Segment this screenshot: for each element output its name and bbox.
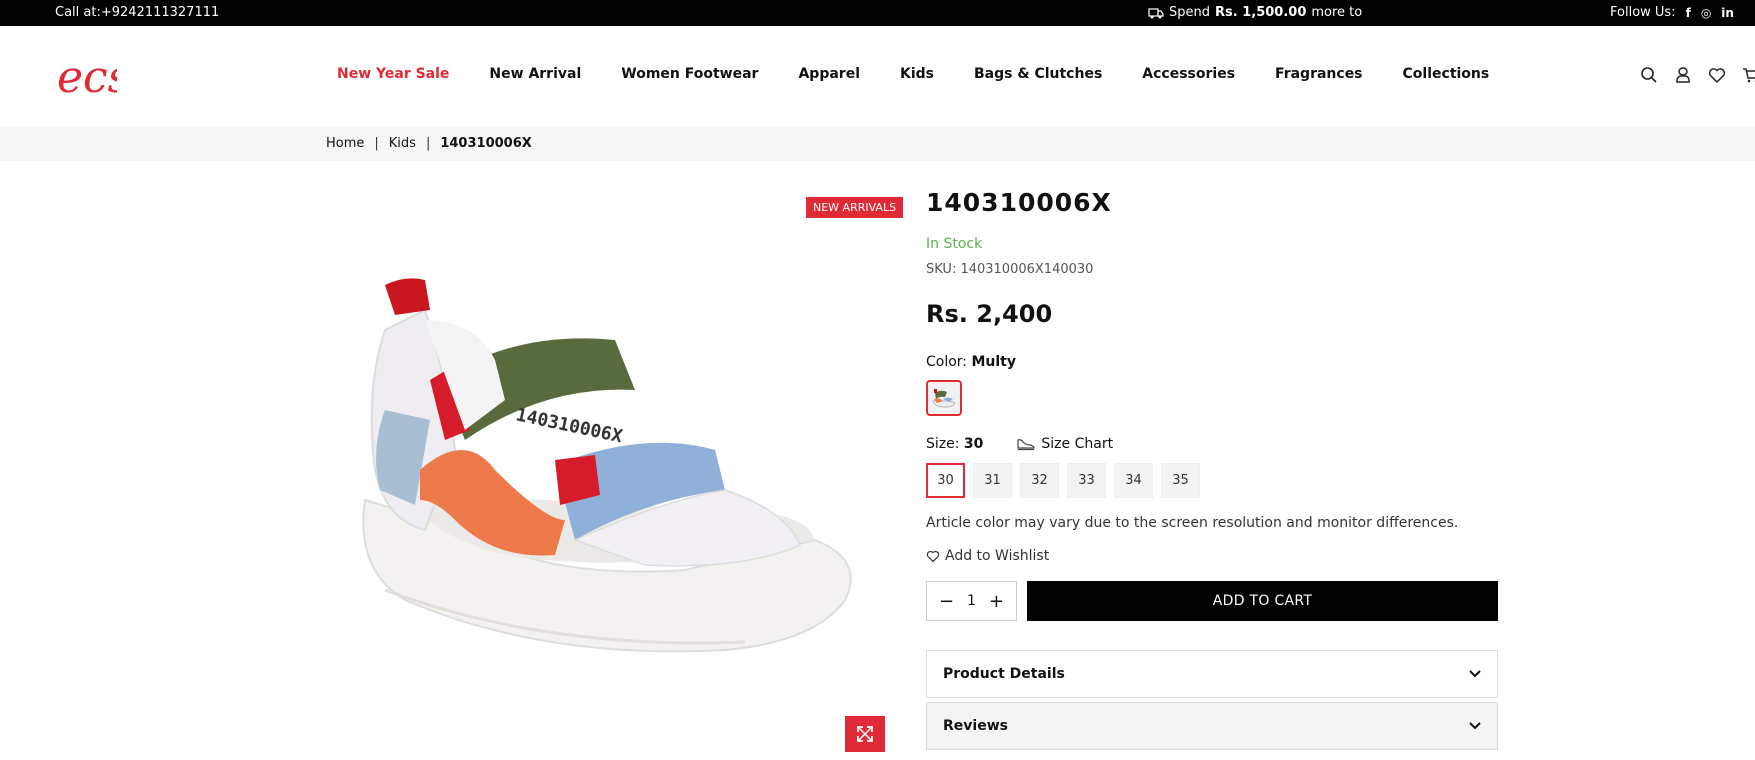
add-to-cart-button[interactable]: ADD TO CART (1027, 581, 1498, 621)
quantity-stepper: − 1 + (926, 581, 1017, 621)
accordion-title: Product Details (943, 666, 1065, 682)
promo-message: Spend Rs. 1,500.00 more to (1148, 5, 1362, 20)
wishlist-label: Add to Wishlist (945, 548, 1050, 564)
accordion-title: Reviews (943, 718, 1008, 734)
new-arrivals-badge: NEW ARRIVALS (806, 197, 904, 218)
size-chart-link[interactable]: Size Chart (1017, 436, 1113, 452)
nav-accessories[interactable]: Accessories (1142, 66, 1235, 82)
color-swatch-multy[interactable] (926, 380, 962, 416)
expand-icon (857, 726, 873, 742)
accordion-reviews[interactable]: Reviews (926, 702, 1498, 750)
color-label: Color: Multy (926, 354, 1016, 370)
quantity-value[interactable]: 1 (967, 593, 976, 609)
nav-new-year-sale[interactable]: New Year Sale (337, 66, 449, 82)
nav-apparel[interactable]: Apparel (798, 66, 860, 82)
nav-bags-clutches[interactable]: Bags & Clutches (974, 66, 1102, 82)
svg-text:ecs: ecs (57, 52, 117, 103)
breadcrumb-home[interactable]: Home (326, 136, 364, 151)
breadcrumb-bar: Home | Kids | 140310006X (0, 126, 1755, 161)
follow-us: Follow Us: f ◎ in (1610, 5, 1734, 20)
nav-fragrances[interactable]: Fragrances (1275, 66, 1363, 82)
nav-new-arrival[interactable]: New Arrival (489, 66, 581, 82)
add-to-wishlist[interactable]: Add to Wishlist (926, 548, 1049, 564)
breadcrumb-separator: | (374, 136, 379, 151)
ecs-logo[interactable]: ecs (55, 48, 117, 104)
size-option-34[interactable]: 34 (1114, 463, 1153, 498)
linkedin-icon[interactable]: in (1721, 6, 1734, 20)
size-option-33[interactable]: 33 (1067, 463, 1106, 498)
breadcrumb-current: 140310006X (440, 136, 532, 151)
heart-icon (926, 550, 940, 562)
breadcrumb-separator: | (425, 136, 431, 151)
product-title: 140310006X (926, 188, 1112, 217)
call-text[interactable]: Call at:+924211132711​1 (55, 5, 219, 20)
follow-label: Follow Us: (1610, 5, 1676, 20)
nav-women-footwear[interactable]: Women Footwear (621, 66, 758, 82)
header-icons (1640, 66, 1755, 84)
accordion-product-details[interactable]: Product Details (926, 650, 1498, 698)
size-options: 30 31 32 33 34 35 (926, 463, 1200, 498)
chevron-down-icon (1469, 670, 1481, 678)
shoe-icon (1017, 439, 1036, 451)
color-value: Multy (971, 354, 1016, 370)
main-nav: New Year Sale New Arrival Women Footwear… (337, 66, 1489, 82)
account-icon[interactable] (1674, 66, 1692, 84)
sandal-thumbnail-icon (932, 389, 956, 408)
size-option-32[interactable]: 32 (1020, 463, 1059, 498)
stock-status: In Stock (926, 236, 983, 252)
size-chart-label: Size Chart (1041, 436, 1114, 452)
top-bar: Call at:+924211132711​1 Spend Rs. 1,500.… (0, 0, 1755, 26)
size-option-30[interactable]: 30 (926, 463, 965, 498)
product-image[interactable]: 140310006X (345, 270, 875, 690)
cart-icon[interactable] (1742, 66, 1755, 84)
site-header: ecs New Year Sale New Arrival Women Foot… (0, 26, 1755, 126)
size-label: Size: 30 (926, 436, 984, 452)
size-row: Size: 30 Size Chart (926, 436, 1113, 452)
nav-collections[interactable]: Collections (1403, 66, 1490, 82)
promo-suffix: more to (1311, 5, 1363, 20)
truck-icon (1148, 7, 1164, 18)
breadcrumb-kids[interactable]: Kids (389, 136, 416, 151)
product-sku: SKU: 140310006X140030 (926, 262, 1094, 277)
size-option-31[interactable]: 31 (973, 463, 1012, 498)
svg-text:140310006X: 140310006X (514, 404, 625, 447)
color-disclaimer: Article color may vary due to the screen… (926, 515, 1459, 531)
size-option-35[interactable]: 35 (1161, 463, 1200, 498)
search-icon[interactable] (1640, 66, 1658, 84)
zoom-button[interactable] (845, 716, 885, 752)
quantity-decrease-button[interactable]: − (939, 591, 954, 612)
promo-prefix: Spend (1169, 5, 1210, 20)
facebook-icon[interactable]: f (1686, 6, 1691, 20)
quantity-increase-button[interactable]: + (989, 591, 1004, 612)
nav-kids[interactable]: Kids (900, 66, 934, 82)
promo-amount: Rs. 1,500.00 (1215, 5, 1307, 20)
instagram-icon[interactable]: ◎ (1701, 6, 1711, 20)
breadcrumb: Home | Kids | 140310006X (326, 136, 532, 151)
chevron-down-icon (1469, 722, 1481, 730)
wishlist-icon[interactable] (1708, 66, 1726, 84)
product-price: Rs. 2,400 (926, 300, 1053, 328)
